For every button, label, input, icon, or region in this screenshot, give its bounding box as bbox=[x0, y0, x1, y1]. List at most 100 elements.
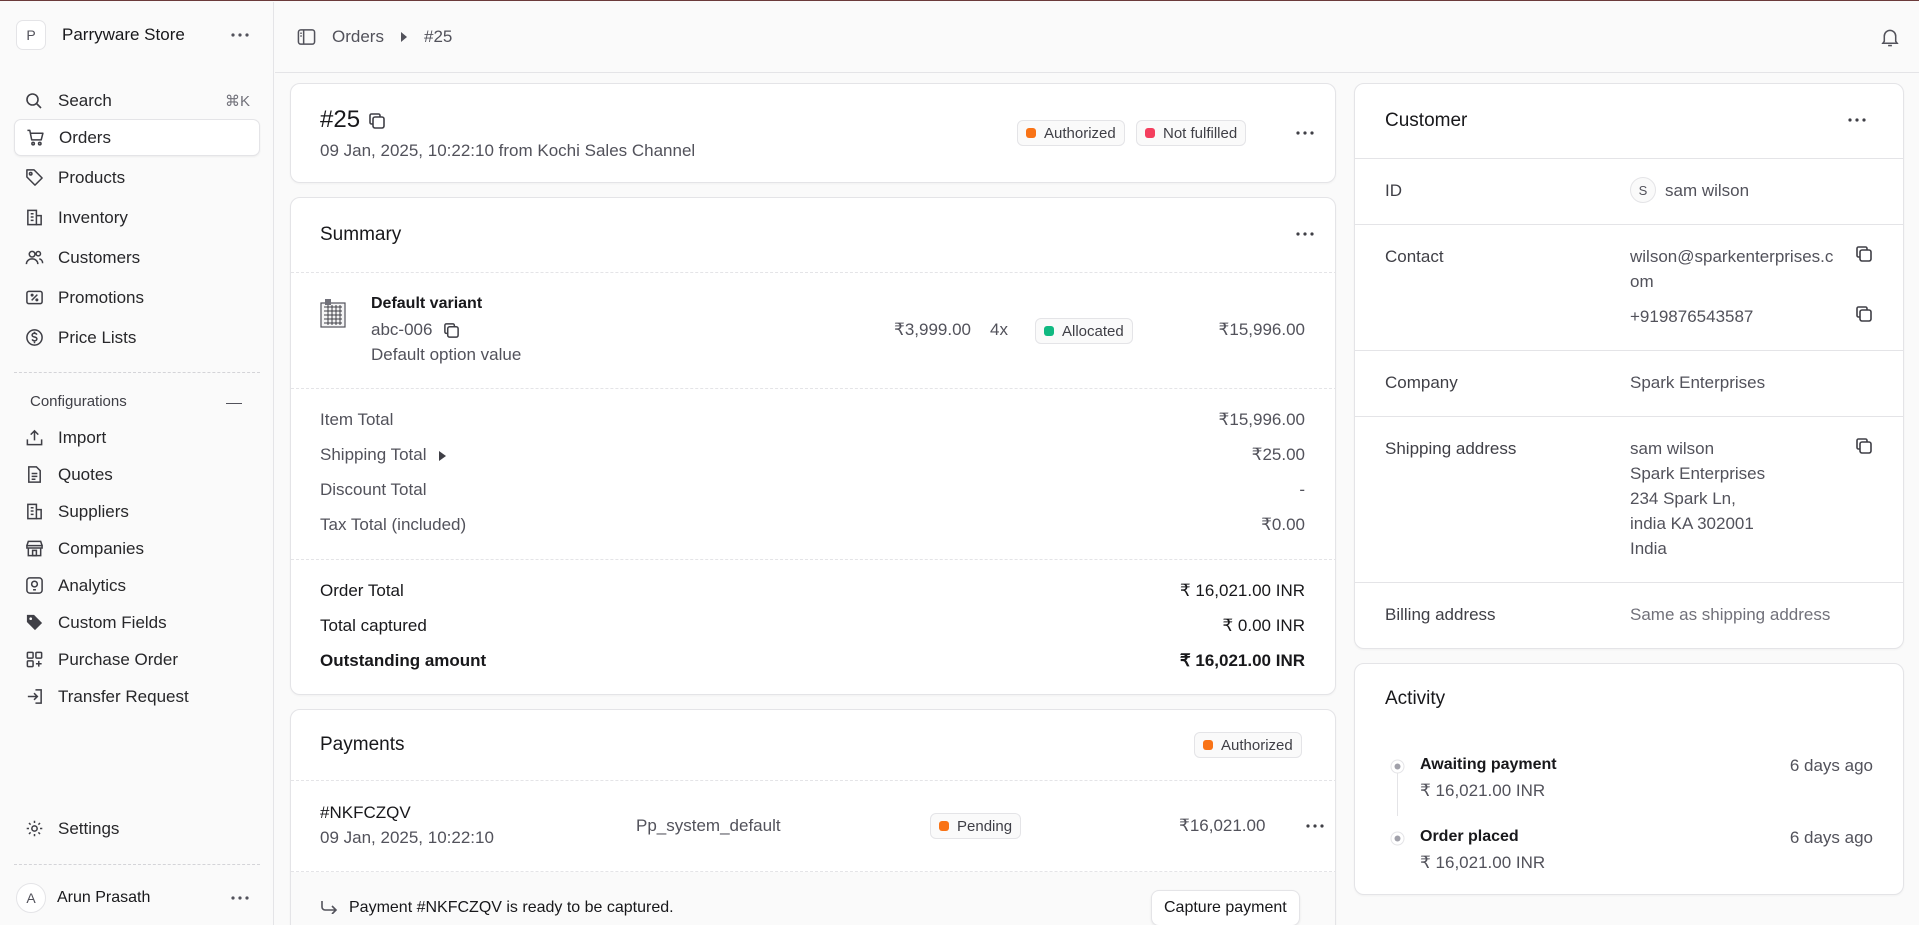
sidebar-toggle-icon[interactable] bbox=[297, 28, 316, 46]
status-dot bbox=[1203, 740, 1213, 750]
payments-status-badge: Authorized bbox=[1194, 732, 1302, 758]
sidebar-item-price-lists[interactable]: Price Lists bbox=[14, 319, 260, 356]
status-dot bbox=[1145, 128, 1155, 138]
copy-icon[interactable] bbox=[1855, 437, 1873, 455]
user-menu-icon[interactable] bbox=[228, 886, 252, 910]
status-badge: Not fulfilled bbox=[1136, 120, 1247, 146]
building-icon bbox=[24, 502, 44, 522]
order-total-value: ₹ 16,021.00 INR bbox=[1179, 581, 1305, 600]
divider bbox=[291, 272, 1335, 273]
divider bbox=[291, 780, 1335, 781]
breadcrumb-current: #25 bbox=[424, 27, 453, 46]
payment-date: 09 Jan, 2025, 10:22:10 bbox=[320, 828, 494, 847]
sidebar-item-label: Customers bbox=[58, 247, 141, 267]
sidebar-item-suppliers[interactable]: Suppliers bbox=[14, 493, 260, 530]
timeline-dot-icon bbox=[1390, 759, 1405, 774]
payments-title: Payments bbox=[320, 734, 405, 755]
store-menu-icon[interactable] bbox=[228, 23, 252, 47]
store-icon bbox=[24, 539, 44, 559]
status-badge: Authorized bbox=[1017, 120, 1125, 146]
sidebar-search[interactable]: Search ⌘K bbox=[14, 82, 260, 119]
outstanding-label: Outstanding amount bbox=[320, 651, 487, 670]
total-captured-label: Total captured bbox=[320, 616, 427, 635]
user-menu[interactable]: A Arun Prasath bbox=[16, 882, 258, 914]
shipping-total-label[interactable]: Shipping Total bbox=[320, 445, 427, 465]
summary-menu-icon[interactable] bbox=[1291, 220, 1319, 248]
receipt-percent-icon bbox=[24, 288, 44, 308]
customer-name[interactable]: sam wilson bbox=[1665, 181, 1749, 201]
order-total-label: Order Total bbox=[320, 581, 404, 600]
sidebar-item-settings[interactable]: Settings bbox=[14, 810, 260, 847]
divider bbox=[1355, 582, 1903, 583]
triangle-right-icon[interactable] bbox=[439, 451, 446, 461]
user-name: Arun Prasath bbox=[57, 889, 151, 906]
avatar: A bbox=[16, 883, 46, 913]
copy-icon[interactable] bbox=[368, 112, 386, 130]
sidebar-item-promotions[interactable]: Promotions bbox=[14, 279, 260, 316]
payment-amount: ₹16,021.00 bbox=[1179, 816, 1266, 835]
sidebar-item-label: Price Lists bbox=[58, 327, 137, 347]
order-menu-icon[interactable] bbox=[1291, 119, 1319, 147]
breadcrumb-orders[interactable]: Orders bbox=[332, 27, 384, 47]
sidebar-item-purchase-order[interactable]: Purchase Order bbox=[14, 641, 260, 678]
sidebar-item-quotes[interactable]: Quotes bbox=[14, 456, 260, 493]
arrow-turn-icon bbox=[320, 900, 338, 914]
customer-menu-icon[interactable] bbox=[1843, 106, 1871, 134]
item-total-label: Item Total bbox=[320, 410, 394, 429]
capture-notice: Payment #NKFCZQV is ready to be captured… bbox=[349, 899, 674, 916]
sidebar-item-label: Orders bbox=[59, 127, 111, 147]
tax-total-label: Tax Total (included) bbox=[320, 515, 467, 534]
gear-icon bbox=[24, 819, 44, 839]
shipping-address-label: Shipping address bbox=[1385, 439, 1517, 458]
item-total-value: ₹15,996.00 bbox=[1218, 410, 1305, 429]
sidebar-item-label: Products bbox=[58, 167, 126, 187]
discount-total-label: Discount Total bbox=[320, 480, 427, 499]
copy-icon[interactable] bbox=[1855, 245, 1873, 263]
arrow-in-icon bbox=[24, 687, 44, 707]
sidebar-item-companies[interactable]: Companies bbox=[14, 530, 260, 567]
chevron-right-icon bbox=[400, 32, 408, 42]
payment-menu-icon[interactable] bbox=[1301, 812, 1329, 840]
allocation-badge: Allocated bbox=[1035, 318, 1133, 344]
sidebar-search-label: Search bbox=[58, 90, 112, 110]
sidebar-item-inventory[interactable]: Inventory bbox=[14, 199, 260, 236]
payment-status-badge: Pending bbox=[930, 813, 1022, 839]
configurations-title: Configurations bbox=[30, 393, 127, 410]
order-subtitle: 09 Jan, 2025, 10:22:10 from Kochi Sales … bbox=[320, 141, 696, 160]
sidebar-item-label: Transfer Request bbox=[58, 686, 189, 706]
sidebar-item-transfer-request[interactable]: Transfer Request bbox=[14, 678, 260, 715]
sidebar-item-label: Settings bbox=[58, 818, 120, 838]
shipping-address-line: India bbox=[1630, 539, 1667, 558]
collapse-icon[interactable] bbox=[226, 403, 242, 404]
product-thumbnail bbox=[319, 297, 349, 329]
contact-label: Contact bbox=[1385, 247, 1444, 266]
sidebar-item-analytics[interactable]: Analytics bbox=[14, 567, 260, 604]
sidebar-item-products[interactable]: Products bbox=[14, 159, 260, 196]
status-dot bbox=[939, 821, 949, 831]
payment-provider: Pp_system_default bbox=[636, 816, 781, 835]
copy-icon[interactable] bbox=[443, 322, 460, 339]
sidebar-item-custom-fields[interactable]: Custom Fields bbox=[14, 604, 260, 641]
sidebar-item-orders[interactable]: Orders bbox=[14, 119, 260, 156]
copy-icon[interactable] bbox=[1855, 305, 1873, 323]
sidebar-item-label: Companies bbox=[58, 538, 144, 558]
discount-total-value: - bbox=[1299, 480, 1305, 499]
divider bbox=[291, 559, 1335, 560]
capture-payment-button[interactable]: Capture payment bbox=[1151, 890, 1300, 925]
customer-title: Customer bbox=[1385, 110, 1468, 131]
sidebar-item-customers[interactable]: Customers bbox=[14, 239, 260, 276]
cart-icon bbox=[25, 128, 45, 148]
store-switcher[interactable]: P Parryware Store bbox=[16, 19, 258, 51]
activity-event-amount: ₹ 16,021.00 INR bbox=[1420, 853, 1546, 872]
status-badge-label: Authorized bbox=[1044, 124, 1116, 142]
summary-card: Summary Default variant abc-006 Default … bbox=[290, 197, 1336, 695]
bell-icon[interactable] bbox=[1881, 28, 1899, 47]
customer-avatar: S bbox=[1630, 177, 1656, 203]
store-avatar: P bbox=[16, 20, 46, 50]
sidebar-item-import[interactable]: Import bbox=[14, 419, 260, 456]
activity-title: Activity bbox=[1385, 688, 1446, 709]
timeline-dot-icon bbox=[1390, 831, 1405, 846]
divider bbox=[291, 388, 1335, 389]
store-name: Parryware Store bbox=[62, 25, 185, 44]
activity-event-title: Awaiting payment bbox=[1420, 756, 1557, 773]
